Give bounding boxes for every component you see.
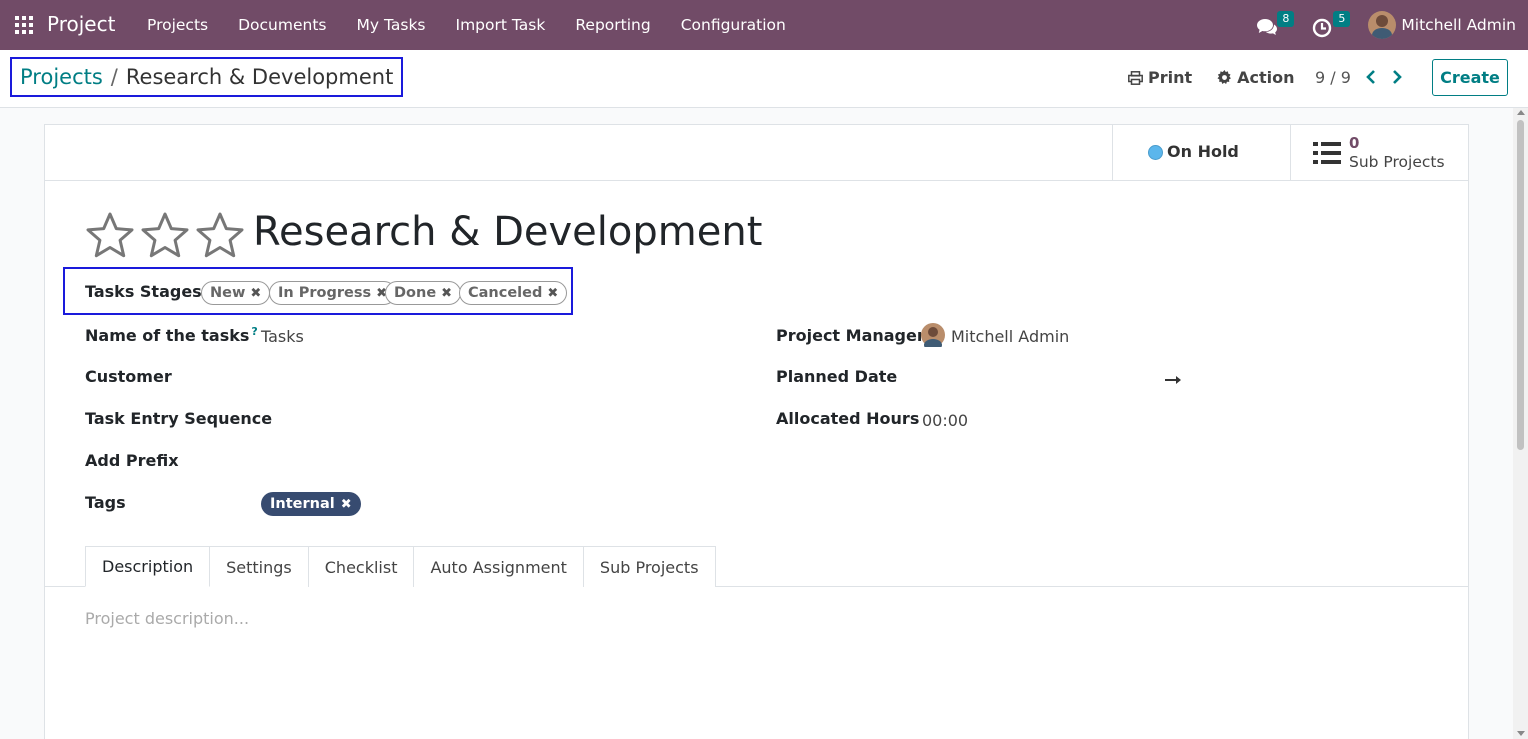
user-menu[interactable]: Mitchell Admin <box>1368 11 1516 39</box>
tab-checklist[interactable]: Checklist <box>308 546 415 587</box>
pager-next-icon[interactable] <box>1390 69 1404 85</box>
help-icon[interactable]: ? <box>251 325 257 338</box>
arrow-right-icon <box>1165 376 1181 384</box>
clock-icon <box>1313 18 1332 38</box>
scroll-up-icon[interactable] <box>1517 110 1525 115</box>
action-button[interactable]: Action <box>1217 68 1295 87</box>
menu-configuration[interactable]: Configuration <box>666 16 801 34</box>
menu-projects[interactable]: Projects <box>132 16 223 34</box>
print-button[interactable]: Print <box>1128 68 1192 87</box>
status-dot-icon <box>1148 145 1163 160</box>
pager-value[interactable]: 9 / 9 <box>1315 68 1351 87</box>
manager-avatar <box>921 323 945 347</box>
status-on-hold-button[interactable]: On Hold <box>1112 125 1291 180</box>
remove-icon[interactable]: ✖ <box>441 286 452 301</box>
activities-button[interactable]: 5 <box>1312 10 1351 40</box>
menu-reporting[interactable]: Reporting <box>560 16 665 34</box>
stage-chip-done: Done ✖ <box>385 281 462 305</box>
tag-chip-internal: Internal ✖ <box>261 492 361 516</box>
star-icon[interactable] <box>140 211 190 259</box>
planned-date-label: Planned Date <box>776 367 898 386</box>
breadcrumb-current: Research & Development <box>125 65 394 89</box>
breadcrumb-projects-link[interactable]: Projects <box>20 65 103 89</box>
tab-description[interactable]: Description <box>85 546 211 587</box>
tab-auto-assignment[interactable]: Auto Assignment <box>414 546 584 587</box>
gear-icon <box>1217 70 1232 84</box>
sub-projects-count: 0 <box>1349 134 1360 152</box>
control-panel: Projects / Research & Development Print … <box>0 50 1528 108</box>
priority-widget <box>85 211 250 259</box>
project-manager-label: Project Manager <box>776 326 925 345</box>
print-icon <box>1128 70 1143 85</box>
user-name: Mitchell Admin <box>1401 16 1516 34</box>
sub-projects-label: Sub Projects <box>1349 153 1445 171</box>
smart-button-box: On Hold 0 Sub Projects <box>45 125 1468 181</box>
print-label: Print <box>1148 68 1193 87</box>
tags-label: Tags <box>85 493 126 512</box>
name-of-tasks-label: Name of the tasks? <box>85 325 258 345</box>
create-button[interactable]: Create <box>1432 59 1508 96</box>
tag-chip-label: Internal <box>270 496 335 512</box>
tasks-stages-label: Tasks Stages <box>85 282 202 301</box>
allocated-hours-field[interactable]: 00:00 <box>922 411 968 430</box>
main-menu: Projects Documents My Tasks Import Task … <box>132 0 801 50</box>
messages-count-badge: 8 <box>1277 11 1295 27</box>
stage-chip-label: New <box>210 285 246 301</box>
stage-chip-canceled: Canceled ✖ <box>459 281 568 305</box>
name-of-tasks-label-text: Name of the tasks <box>85 326 250 345</box>
menu-documents[interactable]: Documents <box>223 16 341 34</box>
scroll-down-icon[interactable] <box>1517 731 1525 736</box>
name-of-tasks-field[interactable]: Tasks <box>261 327 304 346</box>
sub-projects-button[interactable]: 0 Sub Projects <box>1290 125 1468 180</box>
project-title[interactable]: Research & Development <box>253 209 762 255</box>
remove-icon[interactable]: ✖ <box>341 497 352 512</box>
messages-button[interactable]: 8 <box>1256 10 1295 40</box>
record-actions: Print Action <box>1128 68 1320 87</box>
pager-previous-icon[interactable] <box>1364 69 1378 85</box>
stage-chip-new: New ✖ <box>201 281 271 305</box>
customer-label: Customer <box>85 367 172 386</box>
add-prefix-label: Add Prefix <box>85 451 179 470</box>
top-navbar: Project Projects Documents My Tasks Impo… <box>0 0 1528 50</box>
app-brand[interactable]: Project <box>47 12 115 36</box>
tab-settings[interactable]: Settings <box>210 546 309 587</box>
stage-chip-label: Done <box>394 285 437 301</box>
scroll-thumb[interactable] <box>1517 120 1524 450</box>
remove-icon[interactable]: ✖ <box>250 286 261 301</box>
breadcrumb-separator: / <box>110 65 118 89</box>
stage-chip-label: Canceled <box>468 285 543 301</box>
task-entry-sequence-label: Task Entry Sequence <box>85 409 273 428</box>
star-icon[interactable] <box>85 211 135 259</box>
project-manager-field[interactable]: Mitchell Admin <box>951 327 1069 346</box>
activities-count-badge: 5 <box>1333 11 1351 27</box>
remove-icon[interactable]: ✖ <box>547 286 558 301</box>
status-label: On Hold <box>1167 142 1239 161</box>
stage-chip-in-progress: In Progress ✖ <box>269 281 397 305</box>
user-avatar <box>1368 11 1397 39</box>
breadcrumb: Projects / Research & Development <box>10 57 404 97</box>
allocated-hours-label: Allocated Hours <box>776 409 920 428</box>
form-sheet: On Hold 0 Sub Projects Research & Develo… <box>44 124 1469 739</box>
list-icon <box>1313 142 1341 164</box>
description-editor[interactable]: Project description... <box>85 609 249 628</box>
apps-menu-icon[interactable] <box>15 16 33 34</box>
tab-sub-projects[interactable]: Sub Projects <box>583 546 716 587</box>
notebook-tabs: Description Settings Checklist Auto Assi… <box>85 546 716 587</box>
menu-import-task[interactable]: Import Task <box>441 16 561 34</box>
stage-chip-label: In Progress <box>278 285 372 301</box>
chat-icon <box>1257 19 1278 35</box>
systray: 8 5 Mitchell Admin <box>1256 0 1528 50</box>
menu-my-tasks[interactable]: My Tasks <box>342 16 441 34</box>
action-label: Action <box>1237 68 1295 87</box>
page-scrollbar[interactable] <box>1513 108 1528 739</box>
star-icon[interactable] <box>195 211 245 259</box>
